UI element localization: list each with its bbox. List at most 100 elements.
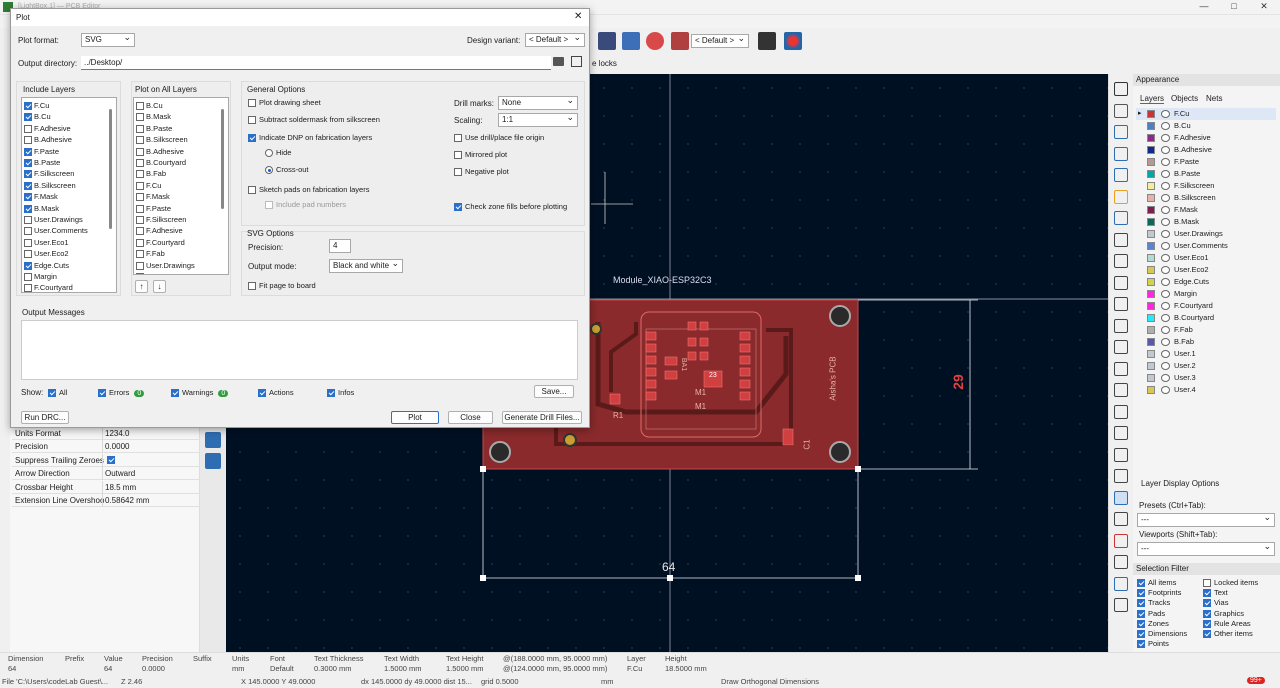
drill-marks-select[interactable]: None: [498, 94, 578, 110]
layer-row[interactable]: B.Fab: [1136, 336, 1276, 348]
visibility-eye-icon[interactable]: [1161, 182, 1170, 190]
cross-icon[interactable]: [1114, 555, 1128, 569]
include-layer-checkbox[interactable]: [24, 261, 32, 270]
selection-filter-item[interactable]: Dimensions: [1137, 629, 1187, 639]
subtract-soldermask-checkbox[interactable]: [248, 116, 256, 125]
visibility-eye-icon[interactable]: [1161, 134, 1170, 142]
move-down-button[interactable]: ↓: [153, 280, 166, 293]
delete-icon[interactable]: [1114, 512, 1128, 526]
layer-color-swatch[interactable]: [1147, 278, 1155, 286]
include-layers-scrollbar[interactable]: [109, 109, 112, 229]
visibility-eye-icon[interactable]: [1161, 326, 1170, 334]
textbox-icon[interactable]: [1114, 426, 1128, 440]
property-value[interactable]: 0.58642 mm: [105, 496, 149, 505]
layer-row[interactable]: User.Eco2: [1136, 264, 1276, 276]
negative-option[interactable]: Negative plot: [454, 167, 509, 177]
layer-row[interactable]: B.Silkscreen: [1136, 192, 1276, 204]
output-messages-box[interactable]: [21, 320, 578, 380]
minimize-button[interactable]: —: [1190, 1, 1218, 14]
plot-all-layer-checkbox[interactable]: [136, 238, 144, 247]
plot-all-layer-checkbox[interactable]: [136, 193, 144, 202]
select-icon[interactable]: [1114, 82, 1128, 96]
visibility-eye-icon[interactable]: [1161, 290, 1170, 298]
plot-all-list[interactable]: B.Cu B.Mask B.Paste B.Silkscreen B.Adhesive B…: [133, 97, 229, 275]
visibility-eye-icon[interactable]: [1161, 206, 1170, 214]
selection-filter-item[interactable]: Zones: [1137, 619, 1169, 628]
layer-row[interactable]: User.Eco1: [1136, 252, 1276, 264]
plot-all-layer-checkbox[interactable]: [136, 250, 144, 259]
include-layer-item[interactable]: User.Comments: [24, 225, 88, 236]
visibility-eye-icon[interactable]: [1161, 338, 1170, 346]
visibility-eye-icon[interactable]: [1161, 266, 1170, 274]
layer-color-swatch[interactable]: [1147, 110, 1155, 118]
fit-page-option[interactable]: Fit page to board: [248, 281, 316, 291]
include-layer-item[interactable]: F.Adhesive: [24, 123, 71, 134]
design-variant-select[interactable]: < Default >: [525, 31, 585, 47]
via-icon[interactable]: [1114, 189, 1128, 204]
precision-spinner[interactable]: 4: [329, 239, 351, 253]
plot-all-layer-item[interactable]: F.Courtyard: [136, 237, 185, 248]
plot-all-layer-item[interactable]: B.Adhesive: [136, 146, 184, 157]
visibility-eye-icon[interactable]: [1161, 350, 1170, 358]
run-drc-button[interactable]: Run DRC...: [21, 411, 69, 424]
layer-color-swatch[interactable]: [1147, 302, 1155, 310]
selection-filter-item[interactable]: Vias: [1203, 598, 1228, 608]
property-row[interactable]: Suppress Trailing Zeroes: [12, 453, 200, 467]
polygon-icon[interactable]: [1114, 340, 1128, 354]
include-layer-item[interactable]: B.Cu: [24, 111, 51, 122]
property-row[interactable]: Precision 0.0000: [12, 440, 200, 454]
layer-row[interactable]: User.2: [1136, 360, 1276, 372]
check-zone-fills-option[interactable]: Check zone fills before plotting: [454, 202, 567, 212]
indicate-dnp-option[interactable]: Indicate DNP on fabrication layers: [248, 133, 372, 143]
footprint-tool-icon[interactable]: [205, 432, 221, 448]
include-layers-list[interactable]: F.Cu B.Cu F.Adhesive B.Adhesive F.Paste B.Pas…: [21, 97, 117, 293]
visibility-eye-icon[interactable]: [1161, 362, 1170, 370]
layer-color-swatch[interactable]: [1147, 146, 1155, 154]
line-icon[interactable]: [1114, 254, 1128, 268]
visibility-eye-icon[interactable]: [1161, 230, 1170, 238]
layer-color-swatch[interactable]: [1147, 230, 1155, 238]
visibility-eye-icon[interactable]: [1161, 110, 1170, 118]
move-up-button[interactable]: ↑: [135, 280, 148, 293]
include-layer-checkbox[interactable]: [24, 147, 32, 156]
table-icon[interactable]: [1114, 447, 1128, 462]
include-layer-checkbox[interactable]: [24, 181, 32, 190]
selection-filter-checkbox[interactable]: [1137, 599, 1145, 608]
visibility-eye-icon[interactable]: [1161, 242, 1170, 250]
variant-icon[interactable]: [671, 32, 689, 50]
message-filter-checkbox[interactable]: [258, 389, 266, 398]
layer-color-swatch[interactable]: [1147, 134, 1155, 142]
visibility-eye-icon[interactable]: [1161, 302, 1170, 310]
plot-all-layer-item[interactable]: B.Paste: [136, 123, 172, 134]
dnp-crossout-option[interactable]: Cross-out: [265, 165, 309, 175]
visibility-eye-icon[interactable]: [1161, 278, 1170, 286]
tab-objects[interactable]: Objects: [1171, 94, 1198, 103]
selection-filter-item[interactable]: Text: [1203, 588, 1228, 598]
tab-nets[interactable]: Nets: [1206, 94, 1222, 103]
plot-all-layer-checkbox[interactable]: [136, 147, 144, 156]
layer-color-swatch[interactable]: [1147, 386, 1155, 394]
indicate-dnp-checkbox[interactable]: [248, 134, 256, 143]
output-mode-select[interactable]: Black and white: [329, 257, 403, 273]
mirrored-checkbox[interactable]: [454, 151, 462, 160]
rect-icon[interactable]: [1114, 297, 1128, 311]
plot-all-layer-item[interactable]: B.Cu: [136, 100, 163, 111]
include-layer-item[interactable]: User.Eco1: [24, 237, 69, 248]
include-layer-item[interactable]: F.Mask: [24, 191, 58, 202]
drill-origin-checkbox[interactable]: [454, 134, 462, 143]
include-layer-item[interactable]: B.Adhesive: [24, 134, 72, 145]
plot-button[interactable]: Plot: [391, 411, 439, 424]
selection-filter-checkbox[interactable]: [1137, 579, 1145, 588]
layer-row[interactable]: User.4: [1136, 384, 1276, 396]
dnp-hide-radio[interactable]: [265, 149, 273, 158]
selection-filter-item[interactable]: Footprints: [1137, 588, 1181, 598]
include-layer-item[interactable]: B.Paste: [24, 157, 60, 168]
layer-row[interactable]: B.Courtyard: [1136, 312, 1276, 324]
layer-color-swatch[interactable]: [1147, 350, 1155, 358]
layer-row[interactable]: F.Adhesive: [1136, 132, 1276, 144]
tune-icon[interactable]: [1114, 168, 1128, 182]
message-filter-checkbox[interactable]: [171, 389, 179, 398]
selection-filter-item[interactable]: Locked items: [1203, 578, 1258, 588]
selection-filter-checkbox[interactable]: [1137, 609, 1145, 618]
mirrored-option[interactable]: Mirrored plot: [454, 150, 507, 160]
